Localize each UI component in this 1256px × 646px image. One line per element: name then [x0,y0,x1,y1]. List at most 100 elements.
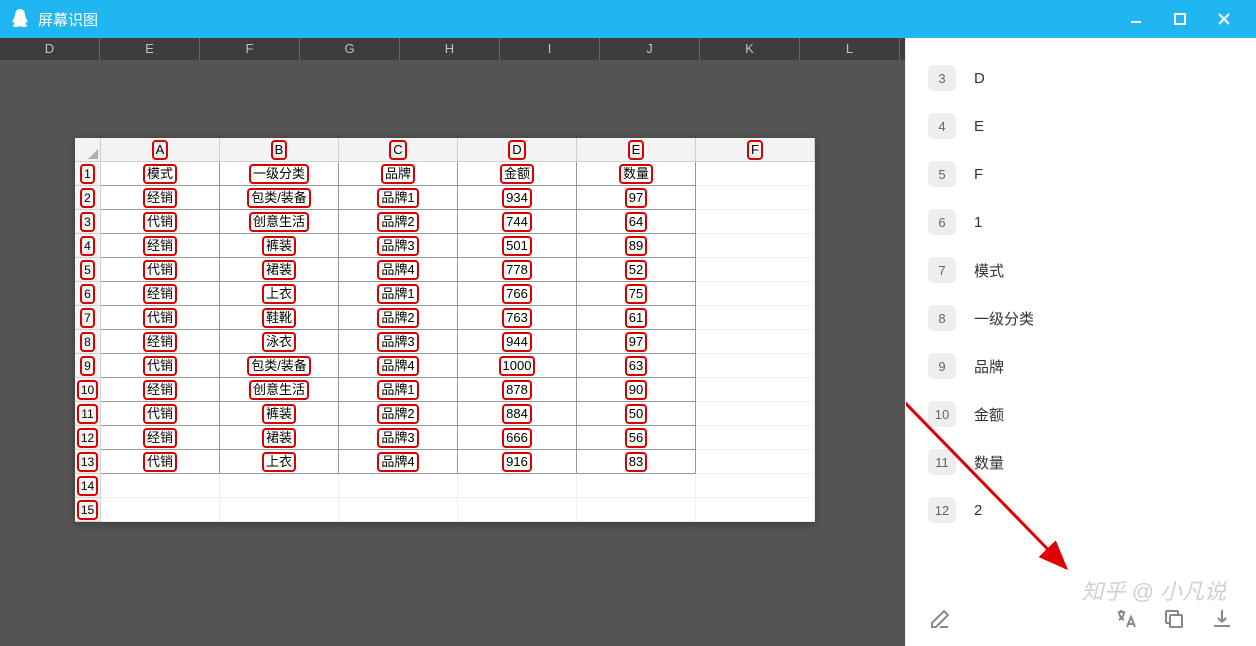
cell: 916 [458,450,577,474]
list-item[interactable]: 61 [928,198,1246,246]
table-row: 6经销上衣品牌176675 [75,282,815,306]
cell: 裙装 [220,426,339,450]
list-item-number: 4 [928,113,956,139]
table-row: 10经销创意生活品牌187890 [75,378,815,402]
right-ocr-pane: 3D4E5F617模式8一级分类9品牌10金额11数量122 [905,38,1256,646]
table-row: 11代销裤装品牌288450 [75,402,815,426]
row-number: 12 [75,426,101,450]
cell: 666 [458,426,577,450]
list-item-number: 11 [928,449,956,475]
cell: 763 [458,306,577,330]
list-item-text: 模式 [974,260,1004,281]
download-icon[interactable] [1210,607,1234,631]
cell [696,234,815,258]
list-item[interactable]: 4E [928,102,1246,150]
cell: 裙装 [220,258,339,282]
cell: 经销 [101,282,220,306]
list-item[interactable]: 11数量 [928,438,1246,486]
cell [696,450,815,474]
cell [696,354,815,378]
bg-col: H [400,38,500,60]
cell: 品牌4 [339,354,458,378]
table-row: 5代销裙装品牌477852 [75,258,815,282]
cell: 一级分类 [220,162,339,186]
cell: 944 [458,330,577,354]
cell: 金额 [458,162,577,186]
list-item[interactable]: 7模式 [928,246,1246,294]
row-number: 10 [75,378,101,402]
bg-col: J [600,38,700,60]
action-bar [906,590,1256,646]
cell: 代销 [101,258,220,282]
cell: 品牌1 [339,282,458,306]
list-item[interactable]: 10金额 [928,390,1246,438]
cell [101,474,220,498]
cell: 1000 [458,354,577,378]
list-item-text: 1 [974,214,982,231]
cell: 744 [458,210,577,234]
bg-col: L [800,38,900,60]
col-header: A [101,138,220,161]
cell: 56 [577,426,696,450]
col-header: B [220,138,339,161]
list-item-number: 5 [928,161,956,187]
cell: 品牌2 [339,306,458,330]
cell: 泳衣 [220,330,339,354]
col-header: F [696,138,815,161]
cell [220,498,339,522]
cell: 884 [458,402,577,426]
cell: 61 [577,306,696,330]
cell [577,474,696,498]
table-row: 14 [75,474,815,498]
cell: 品牌3 [339,330,458,354]
row-number: 15 [75,498,101,522]
cell: 97 [577,330,696,354]
list-item[interactable]: 5F [928,150,1246,198]
cell: 75 [577,282,696,306]
maximize-button[interactable] [1158,0,1202,38]
row-number: 2 [75,186,101,210]
bg-col: E [100,38,200,60]
cell: 经销 [101,330,220,354]
row-number: 9 [75,354,101,378]
table-row: 12经销裙装品牌366656 [75,426,815,450]
cell: 63 [577,354,696,378]
bg-col: I [500,38,600,60]
edit-icon[interactable] [928,607,952,631]
bg-col: F [200,38,300,60]
cell: 上衣 [220,282,339,306]
copy-icon[interactable] [1162,607,1186,631]
cell: 品牌4 [339,450,458,474]
table-row: 8经销泳衣品牌394497 [75,330,815,354]
cell [458,498,577,522]
cell: 501 [458,234,577,258]
list-item-text: 2 [974,502,982,519]
cell: 品牌1 [339,378,458,402]
list-item[interactable]: 122 [928,486,1246,534]
cell: 代销 [101,450,220,474]
list-item[interactable]: 9品牌 [928,342,1246,390]
cell [577,498,696,522]
list-item-number: 6 [928,209,956,235]
cell: 品牌2 [339,402,458,426]
close-button[interactable] [1202,0,1246,38]
row-number: 1 [75,162,101,186]
row-number: 5 [75,258,101,282]
background-sheet-header: D E F G H I J K L [0,38,905,60]
row-number: 4 [75,234,101,258]
translate-icon[interactable] [1114,607,1138,631]
list-item[interactable]: 3D [928,54,1246,102]
qq-penguin-icon [10,8,30,30]
cell: 品牌3 [339,426,458,450]
table-row: 9代销包类/装备品牌4100063 [75,354,815,378]
list-item-text: E [974,118,984,135]
minimize-button[interactable] [1114,0,1158,38]
cell [101,498,220,522]
list-item[interactable]: 8一级分类 [928,294,1246,342]
cell: 778 [458,258,577,282]
cell: 89 [577,234,696,258]
cell: 品牌3 [339,234,458,258]
list-item-text: 一级分类 [974,308,1034,329]
sheet-body: 1模式一级分类品牌金额数量2经销包类/装备品牌1934973代销创意生活品牌27… [75,162,815,522]
cell: 766 [458,282,577,306]
